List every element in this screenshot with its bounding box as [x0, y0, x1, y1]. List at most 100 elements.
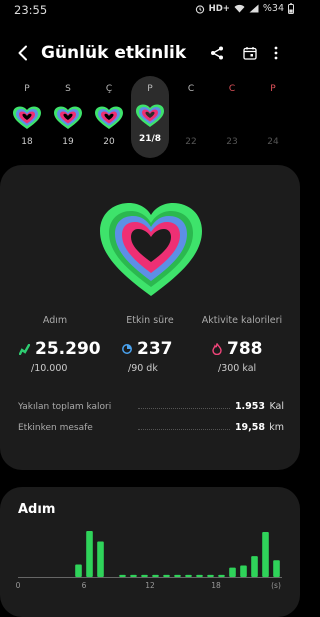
- day-date: 21/8: [138, 134, 162, 144]
- signal-icon: [249, 4, 259, 13]
- day-0[interactable]: P 18: [8, 80, 46, 160]
- step-bar-hour-6: [86, 531, 93, 577]
- active-distance-value: 19,58: [234, 422, 265, 433]
- day-date: 24: [267, 137, 279, 147]
- battery-icon: [288, 3, 294, 14]
- day-1[interactable]: S 19: [49, 80, 87, 160]
- total-calories-label: Yakılan toplam kalori: [18, 402, 112, 412]
- step-bar-hour-21: [251, 556, 258, 577]
- step-bar-hour-22: [262, 532, 269, 577]
- mini-heart-icon: [95, 106, 123, 129]
- day-letter: C: [187, 84, 195, 94]
- x-tick-label: 6: [82, 581, 87, 590]
- day-5[interactable]: C 23: [213, 80, 251, 160]
- active-distance-unit: km: [269, 422, 284, 433]
- wifi-icon: [234, 4, 245, 13]
- active-time-label: Etkin süre: [126, 315, 174, 326]
- day-letter: P: [147, 84, 153, 94]
- x-tick-label: 0: [16, 581, 21, 590]
- more-options-icon: [274, 46, 278, 60]
- mini-heart-icon: [136, 104, 164, 127]
- activity-calories-goal: /300 kal: [218, 363, 257, 374]
- active-distance-row: Etkinken mesafe 19,58 km: [18, 420, 284, 438]
- step-bar-hour-14: [174, 574, 181, 577]
- mini-heart-icon: [13, 106, 41, 129]
- day-date: 19: [62, 137, 74, 147]
- steps-metric[interactable]: Adım 25.290 /10.000: [5, 315, 105, 374]
- active-distance-label: Etkinken mesafe: [18, 423, 93, 433]
- activity-summary-card: Adım 25.290 /10.000 Etkin süre 237 /90 d…: [0, 165, 300, 470]
- steps-icon: [19, 343, 30, 355]
- day-letter: Ç: [105, 84, 113, 94]
- step-bar-hour-7: [97, 541, 104, 577]
- day-6[interactable]: P 24: [254, 80, 292, 160]
- active-time-metric[interactable]: Etkin süre 237 /90 dk: [100, 315, 200, 374]
- step-bar-hour-23: [273, 560, 280, 577]
- day-date: 22: [185, 137, 197, 147]
- alarm-icon: [195, 4, 204, 14]
- activity-calories-metric[interactable]: Aktivite kalorileri 788 /300 kal: [190, 315, 290, 374]
- steps-value-row: 25.290: [19, 339, 101, 359]
- step-bar-hour-11: [141, 574, 148, 577]
- x-tick-label: (s): [271, 581, 281, 590]
- active-time-icon: [122, 344, 132, 354]
- step-bar-hour-5: [75, 564, 82, 577]
- step-bar-hour-9: [119, 574, 126, 577]
- day-letter: C: [228, 84, 236, 94]
- back-arrow-icon: [18, 45, 27, 61]
- x-tick-label: 12: [145, 581, 155, 590]
- step-bar-hour-15: [185, 574, 192, 577]
- mini-heart-icon: [54, 106, 82, 129]
- dotted-divider: [138, 408, 230, 409]
- calendar-icon: [243, 47, 257, 60]
- step-bar-hour-17: [207, 574, 214, 577]
- status-bar: 23:55 HD+ %34: [0, 0, 300, 20]
- day-3[interactable]: P 21/8: [131, 76, 169, 158]
- battery-percent: %34: [262, 3, 284, 14]
- day-date: 18: [21, 137, 33, 147]
- more-options-button[interactable]: [264, 41, 288, 65]
- dotted-divider: [138, 429, 230, 430]
- steps-goal: /10.000: [31, 363, 68, 374]
- day-letter: P: [24, 84, 30, 94]
- network-type: HD+: [208, 3, 230, 14]
- steps-value: 25.290: [35, 339, 101, 359]
- step-bar-hour-16: [196, 574, 203, 577]
- total-calories-unit: Kal: [269, 401, 284, 412]
- week-selector: P 18 S 19 Ç 20 P 21/8 C 22 C 23 P 24: [8, 76, 292, 160]
- status-icons: HD+ %34: [195, 3, 294, 14]
- back-button[interactable]: [12, 40, 34, 66]
- app-header: Günlük etkinlik: [0, 36, 300, 70]
- activity-calories-label: Aktivite kalorileri: [201, 315, 283, 326]
- day-4[interactable]: C 22: [172, 80, 210, 160]
- active-time-value-row: 237: [122, 339, 173, 359]
- step-bar-hour-18: [218, 574, 225, 577]
- share-button[interactable]: [205, 41, 229, 65]
- total-calories-row: Yakılan toplam kalori 1.953 Kal: [18, 399, 284, 417]
- step-bar-hour-10: [130, 574, 137, 577]
- share-icon: [211, 46, 223, 60]
- activity-calories-value-row: 788: [212, 339, 263, 359]
- step-bar-hour-12: [152, 574, 159, 577]
- activity-calories-value: 788: [227, 339, 263, 359]
- page-title: Günlük etkinlik: [41, 43, 187, 63]
- calendar-button[interactable]: [238, 41, 262, 65]
- day-letter: S: [65, 84, 71, 94]
- x-tick-label: 18: [211, 581, 221, 590]
- day-date: 20: [103, 137, 115, 147]
- steps-chart-card[interactable]: Adım 0 6 12 18 (s): [0, 487, 300, 617]
- status-time: 23:55: [14, 3, 48, 17]
- step-bar-hour-19: [229, 567, 236, 577]
- steps-bar-chart: 0 6 12 18 (s): [16, 531, 282, 590]
- step-bar-hour-20: [240, 565, 247, 577]
- day-2[interactable]: Ç 20: [90, 80, 128, 160]
- steps-label: Adım: [42, 315, 68, 326]
- activity-heart-icon: [100, 203, 202, 296]
- total-calories-value: 1.953: [234, 401, 265, 412]
- flame-icon: [212, 343, 222, 355]
- step-bar-hour-13: [163, 574, 170, 577]
- day-letter: P: [270, 84, 276, 94]
- day-date: 23: [226, 137, 238, 147]
- active-time-goal: /90 dk: [128, 363, 158, 374]
- activity-metrics: Adım 25.290 /10.000 Etkin süre 237 /90 d…: [0, 315, 300, 395]
